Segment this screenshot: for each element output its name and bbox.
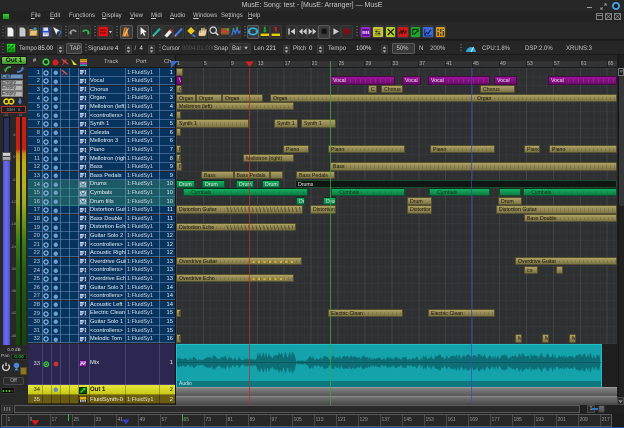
svg-text:?: ? xyxy=(57,29,62,38)
